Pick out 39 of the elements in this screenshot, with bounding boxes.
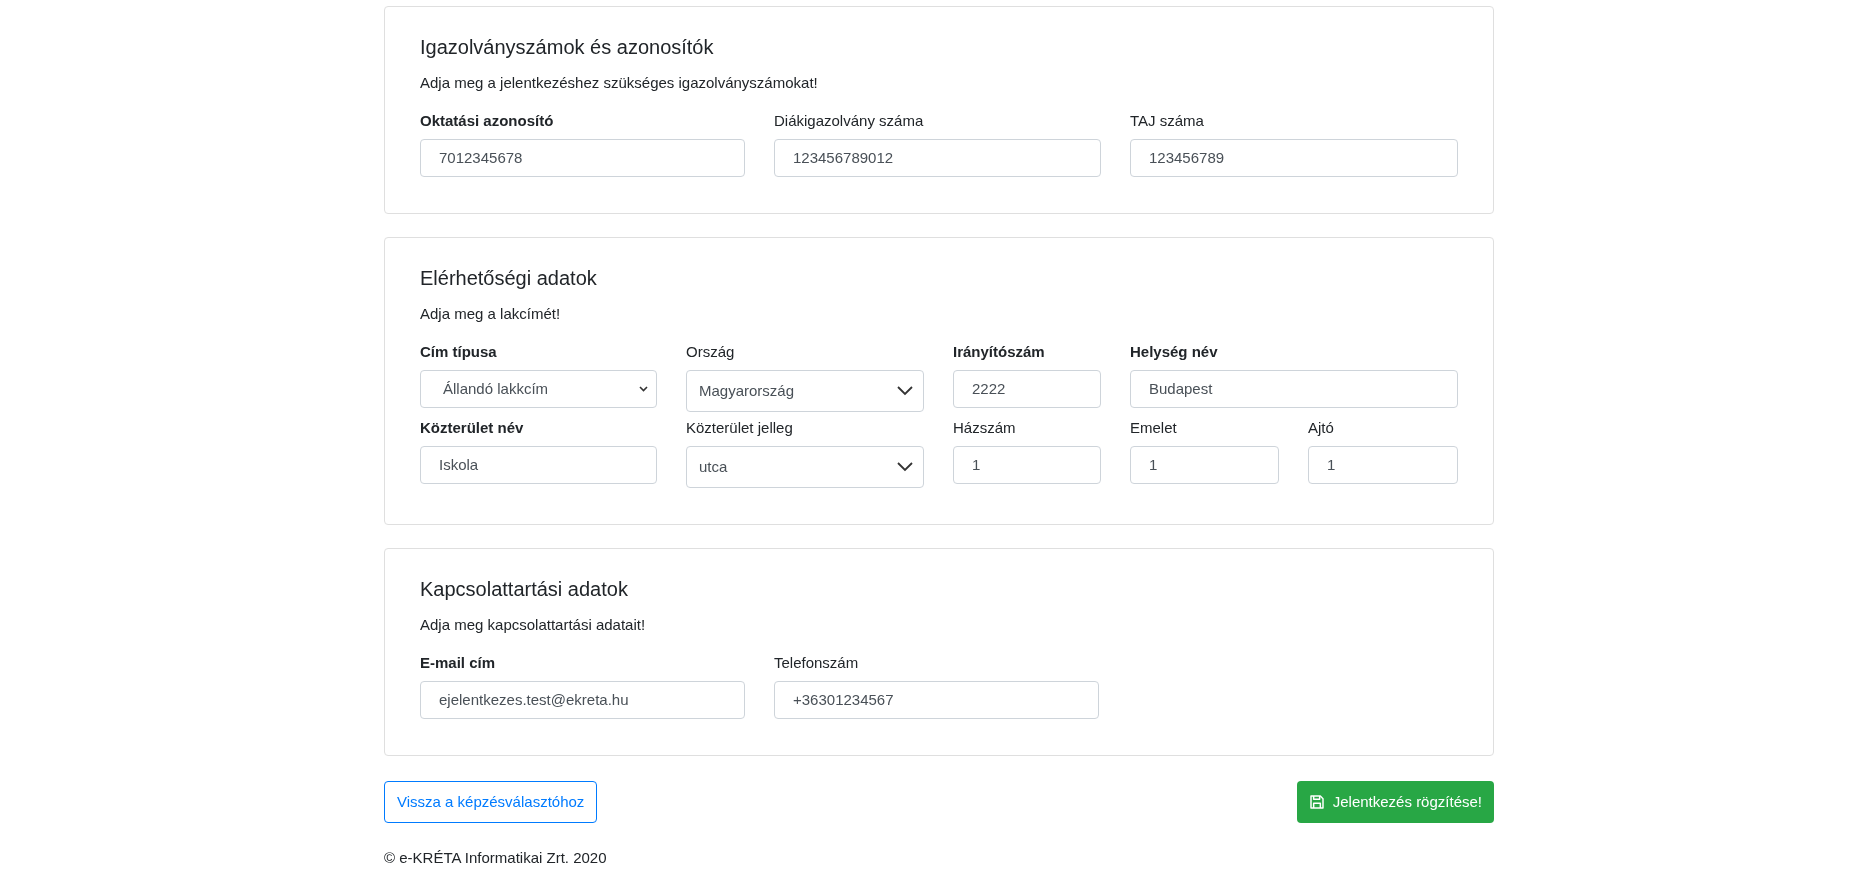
select-field[interactable]: Magyarország (686, 370, 924, 412)
back-button[interactable]: Vissza a képzésválasztóhoz (384, 781, 598, 823)
input-field[interactable]: 1 (953, 446, 1101, 484)
input-field[interactable]: 7012345678 (420, 139, 745, 177)
card-title: Kapcsolattartási adatok (420, 577, 629, 602)
field-label: Közterület jelleg (686, 418, 794, 438)
input-field[interactable]: +36301234567 (774, 681, 1099, 719)
field-label: Cím típusa (420, 342, 498, 362)
field-label: Házszám (953, 418, 1017, 438)
card-subtitle: Adja meg a lakcímét! (420, 304, 562, 324)
input-field[interactable]: ejelentkezes.test@ekreta.hu (420, 681, 745, 719)
field-label: TAJ száma (1130, 111, 1205, 131)
field-label: Közterület név (420, 418, 525, 438)
field-label: Irányítószám (953, 342, 1046, 362)
copyright-text: © e-KRÉTA Informatikai Zrt. 2020 (384, 848, 608, 868)
field-label: E-mail cím (420, 653, 497, 673)
input-field[interactable]: 123456789012 (774, 139, 1101, 177)
chevron-icon (897, 386, 913, 396)
input-field[interactable]: 1 (1308, 446, 1458, 484)
field-label: Telefonszám (774, 653, 860, 673)
field-label: Diákigazolvány száma (774, 111, 925, 131)
field-label: Ajtó (1308, 418, 1335, 438)
input-field[interactable]: 1 (1130, 446, 1279, 484)
select-field[interactable]: utca (686, 446, 924, 488)
field-label: Emelet (1130, 418, 1178, 438)
field-label: Helység név (1130, 342, 1219, 362)
chevron-icon (897, 462, 913, 472)
field-label: Ország (686, 342, 736, 362)
input-field[interactable]: Budapest (1130, 370, 1458, 408)
select-field[interactable]: Állandó lakkcím (420, 370, 657, 408)
input-field[interactable]: Iskola (420, 446, 657, 484)
chevron-icon (639, 386, 648, 392)
card-subtitle: Adja meg kapcsolattartási adatait! (420, 615, 647, 635)
field-label: Oktatási azonosító (420, 111, 555, 131)
card-title: Elérhetőségi adatok (420, 266, 598, 291)
card-title: Igazolványszámok és azonosítók (420, 35, 715, 60)
input-field[interactable]: 123456789 (1130, 139, 1458, 177)
input-field[interactable]: 2222 (953, 370, 1101, 408)
card-subtitle: Adja meg a jelentkezéshez szükséges igazolványszámokat! (420, 73, 819, 93)
